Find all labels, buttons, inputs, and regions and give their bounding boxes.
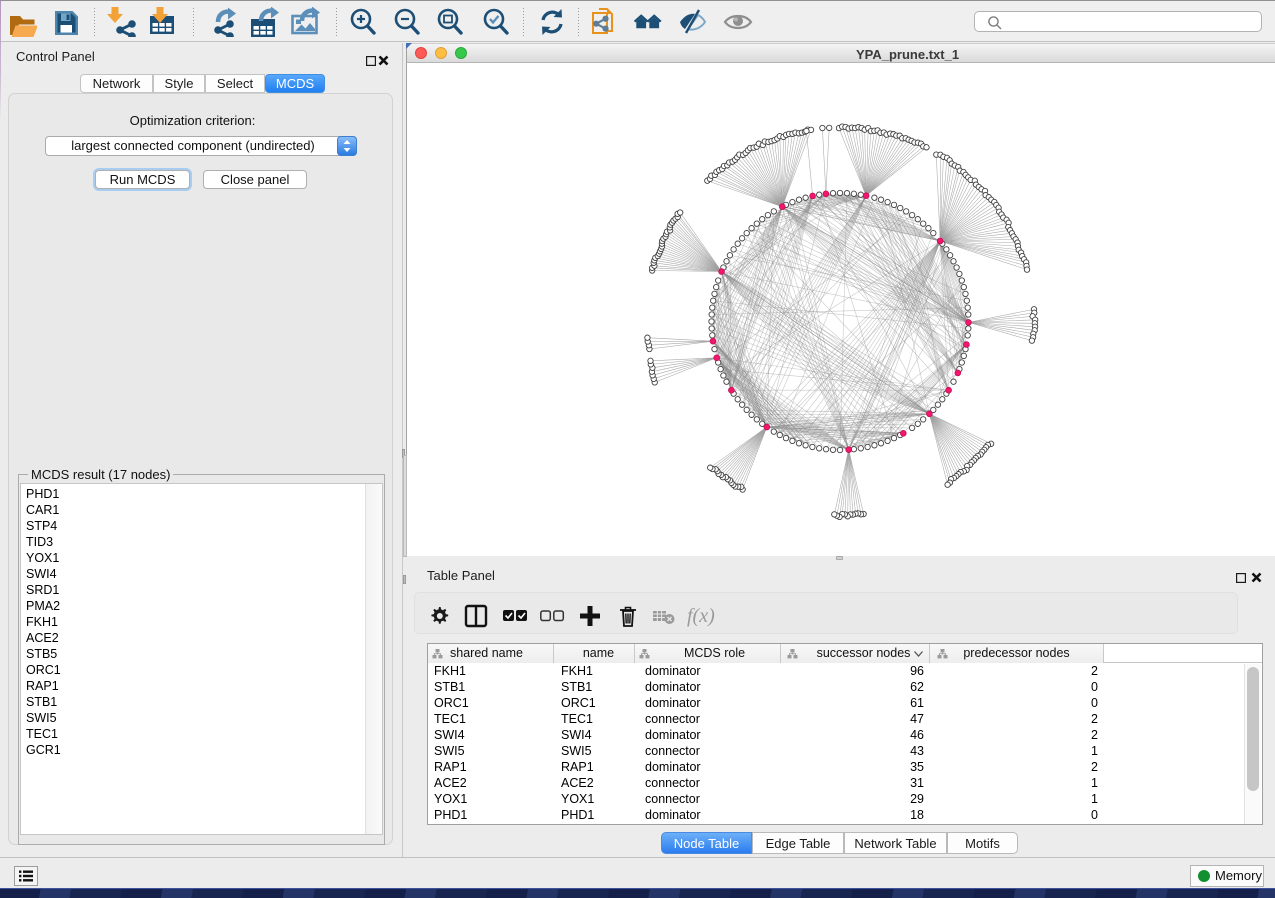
- svg-text:f(x): f(x): [687, 605, 715, 627]
